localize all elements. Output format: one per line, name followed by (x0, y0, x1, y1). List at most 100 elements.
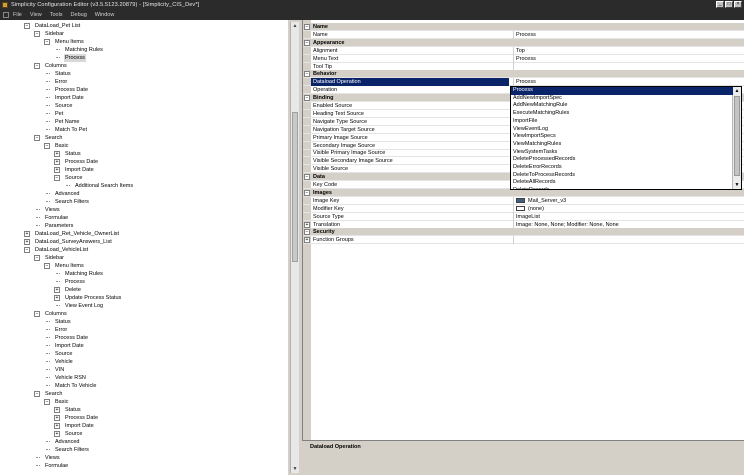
property-name[interactable]: Function Groups (311, 236, 509, 244)
scroll-up-icon[interactable]: ▲ (291, 22, 299, 30)
tree-node[interactable]: + Update Process Status (0, 294, 288, 302)
tree-node-label[interactable]: Import Date (54, 342, 85, 350)
tree-node[interactable]: Views (0, 454, 288, 462)
tree-node[interactable]: Import Date (0, 342, 288, 350)
tree-node-label[interactable]: Source (64, 430, 83, 438)
tree-node-label[interactable]: Matching Rules (64, 46, 104, 54)
property-row[interactable]: Image Key Mail_Server_v3 (303, 196, 744, 205)
property-value[interactable]: Mail_Server_v3 (513, 196, 744, 205)
collapse-icon[interactable]: − (304, 229, 310, 236)
tree-node[interactable]: − Sidebar (0, 30, 288, 38)
expand-icon[interactable]: + (54, 423, 60, 429)
tree-node[interactable]: + Import Date (0, 166, 288, 174)
collapse-icon[interactable]: − (44, 143, 50, 149)
property-name[interactable]: Enabled Source (311, 102, 509, 110)
property-name[interactable]: Visible Secondary Image Source (311, 157, 509, 165)
tree-node-label[interactable]: Status (54, 318, 72, 326)
collapse-icon[interactable]: − (304, 71, 310, 78)
property-category[interactable]: − Images (303, 188, 744, 197)
tree-node[interactable]: Matching Rules (0, 46, 288, 54)
tree-node-label[interactable]: Process Date (54, 86, 89, 94)
property-name[interactable]: Behavior (311, 70, 741, 78)
property-value[interactable]: Process (513, 54, 744, 63)
tree-node-label[interactable]: Status (64, 150, 82, 158)
tree-node-label[interactable]: Source (64, 174, 83, 182)
property-name[interactable]: Source Type (311, 213, 509, 221)
property-value[interactable]: Image: None, None; Modifier: None, None (513, 220, 744, 229)
property-name[interactable]: Heading Text Source (311, 110, 509, 118)
tree-node-label[interactable]: Formulae (44, 214, 69, 222)
collapse-icon[interactable]: − (34, 31, 40, 37)
property-row[interactable]: Name Process (303, 30, 744, 39)
tree-node-label[interactable]: Views (44, 454, 61, 462)
tree-node[interactable]: Import Date (0, 94, 288, 102)
tree-node[interactable]: Process (0, 278, 288, 286)
tree-node-label[interactable]: Match To Vehicle (54, 382, 97, 390)
dropdown-option[interactable]: DeleteToProcessRecords (511, 172, 733, 180)
property-value[interactable]: ImageList (513, 212, 744, 221)
property-value[interactable] (513, 236, 744, 245)
menu-tools[interactable]: Tools (50, 12, 63, 18)
tree-node[interactable]: + DataLoad_SurveyAnswers_List (0, 238, 288, 246)
collapse-icon[interactable]: − (304, 95, 310, 102)
tree-node[interactable]: − DataLoad_VehicleList (0, 246, 288, 254)
tree-node[interactable]: + Import Date (0, 422, 288, 430)
collapse-icon[interactable]: − (34, 63, 40, 69)
tree-node-label[interactable]: Import Date (54, 94, 85, 102)
tree-node[interactable]: Error (0, 326, 288, 334)
tree-node[interactable]: − DataLoad_Pet List (0, 22, 288, 30)
property-name[interactable]: Translation (311, 221, 509, 229)
tree-node[interactable]: − Menu Items (0, 38, 288, 46)
tree-node[interactable]: Match To Vehicle (0, 382, 288, 390)
tree-node-label[interactable]: View Event Log (64, 302, 104, 310)
property-row[interactable]: Source Type ImageList (303, 212, 744, 221)
property-category[interactable]: − Behavior (303, 70, 744, 79)
property-category[interactable]: − Security (303, 228, 744, 237)
tree-node-label[interactable]: Update Process Status (64, 294, 122, 302)
tree-node[interactable]: Search Filters (0, 198, 288, 206)
tree-node-label[interactable]: Sidebar (44, 30, 65, 38)
dropdown-option[interactable]: ViewMatchingRules (511, 141, 733, 149)
property-name[interactable]: Navigation Target Source (311, 126, 509, 134)
dropdown-scrollbar[interactable]: ▲ ▼ (732, 87, 741, 189)
dropdown-option[interactable]: DeleteProcessedRecords (511, 156, 733, 164)
tree-node[interactable]: Source (0, 350, 288, 358)
tree-node[interactable]: − Basic (0, 398, 288, 406)
expand-icon[interactable]: + (54, 295, 60, 301)
tree-node[interactable]: Process Date (0, 86, 288, 94)
menu-window[interactable]: Window (95, 12, 115, 18)
collapse-icon[interactable]: − (44, 39, 50, 45)
tree-node-label[interactable]: DataLoad_Ret_Vehicle_OwnerList (34, 230, 120, 238)
tree-node[interactable]: VIN (0, 366, 288, 374)
tree-node[interactable]: Pet Name (0, 118, 288, 126)
menu-debug[interactable]: Debug (71, 12, 87, 18)
expand-icon[interactable]: + (304, 221, 310, 228)
tree-node[interactable]: Status (0, 70, 288, 78)
collapse-icon[interactable]: − (44, 399, 50, 405)
tree-node[interactable]: − Search (0, 390, 288, 398)
tree-node-label[interactable]: Columns (44, 62, 68, 70)
dropdown-option[interactable]: ImportFile (511, 118, 733, 126)
tree-node-label[interactable]: VIN (54, 366, 65, 374)
property-name[interactable]: Images (311, 189, 741, 197)
collapse-icon[interactable]: − (44, 263, 50, 269)
tree-node-label[interactable]: Process Date (54, 334, 89, 342)
tree-node-label[interactable]: Error (54, 326, 68, 334)
tree-node[interactable]: − Menu Items (0, 262, 288, 270)
property-name[interactable]: Name (311, 23, 741, 31)
property-name[interactable]: Dataload Operation (311, 78, 509, 87)
property-name[interactable]: Visible Source (311, 165, 509, 173)
tree-node[interactable]: − Source (0, 174, 288, 182)
dropdown-scroll-down-icon[interactable]: ▼ (733, 181, 741, 189)
tree-node[interactable]: Parameters (0, 222, 288, 230)
tree-node-label[interactable]: Columns (44, 310, 68, 318)
tree-node-label[interactable]: Additional Search Items (74, 182, 134, 190)
tree-node-label[interactable]: Error (54, 78, 68, 86)
tree-node-label[interactable]: Process (64, 54, 86, 62)
expand-icon[interactable]: + (54, 407, 60, 413)
expand-icon[interactable]: + (54, 287, 60, 293)
tree-node-label[interactable]: Menu Items (54, 262, 85, 270)
tree-node-label[interactable]: Formulae (44, 462, 69, 470)
tree-node-label[interactable]: Source (54, 350, 73, 358)
property-grid[interactable]: − Name Name Process − Appearance Alignment Top M… (302, 20, 744, 440)
